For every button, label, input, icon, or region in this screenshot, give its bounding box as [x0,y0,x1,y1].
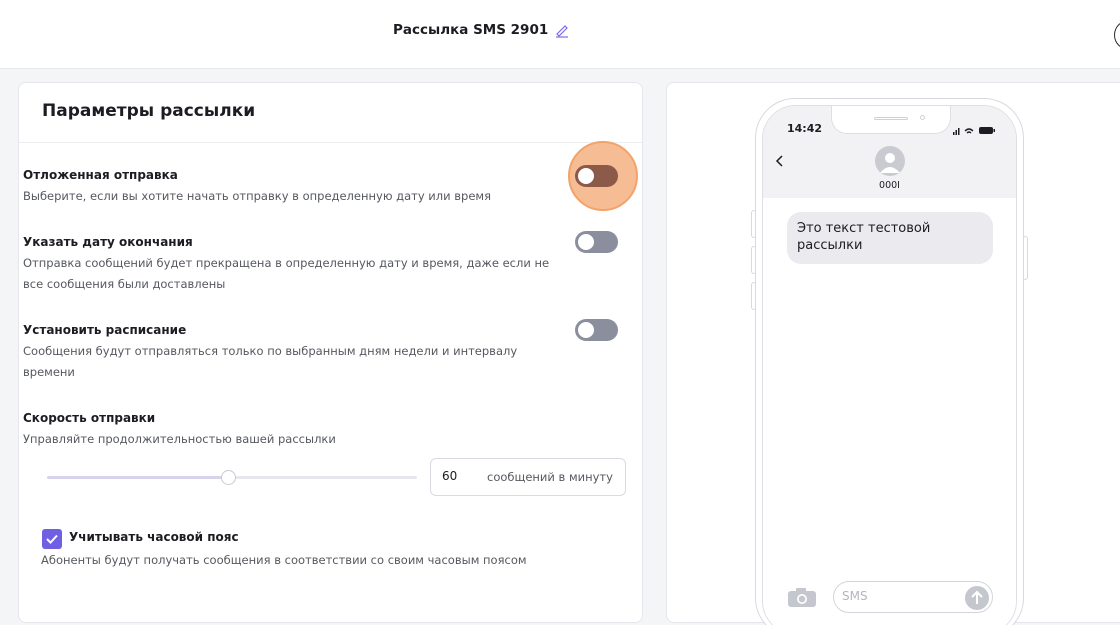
toggle-knob [578,234,594,250]
speed-slider-fill [47,476,229,479]
contact-avatar-icon [875,146,905,176]
option-end-date: Указать дату окончания Отправка сообщени… [23,233,553,295]
speed-input[interactable]: 60 сообщений в минуту [430,458,626,496]
message-bubble: Это текст тестовой рассылки [787,212,993,264]
option-delayed-send: Отложенная отправка Выберите, если вы хо… [23,166,553,207]
option-description: Отправка сообщений будет прекращена в оп… [23,256,550,291]
option-title: Установить расписание [23,323,187,337]
schedule-toggle[interactable] [575,319,618,341]
phone-notch [831,106,951,134]
speed-slider-handle[interactable] [220,470,236,485]
camera-dot [920,115,925,120]
timezone-checkbox[interactable] [42,529,62,549]
speed-title: Скорость отправки [23,411,156,425]
panel-title: Параметры рассылки [42,101,256,121]
panel-header: Параметры рассылки [19,83,642,143]
toggle-knob [578,168,594,184]
option-title: Отложенная отправка [23,168,178,182]
speed-description: Управляйте продолжительностью вашей расс… [23,432,336,446]
status-icons [953,127,995,135]
option-schedule: Установить расписание Сообщения будут от… [23,321,553,383]
status-time: 14:42 [787,122,823,135]
user-menu-button[interactable] [1114,20,1120,50]
speed-section: Скорость отправки Управляйте продолжител… [23,409,553,450]
option-description: Выберите, если вы хотите начать отправку… [23,189,492,203]
send-button[interactable] [965,586,989,610]
speed-value: 60 [442,469,458,483]
pencil-icon[interactable] [554,22,570,38]
toggle-knob [578,322,594,338]
camera-icon[interactable] [787,586,817,608]
contact-name: 000I [879,180,900,191]
phone-screen: 14:42 000I Это текст тестовой рассылки S… [762,105,1017,625]
checkmark-icon [46,534,58,544]
timezone-description: Абоненты будут получать сообщения в соот… [41,553,527,567]
option-description: Сообщения будут отправляться только по в… [23,344,518,379]
speed-unit: сообщений в минуту [487,470,613,484]
campaign-title-group: Рассылка SMS 2901 [393,22,570,38]
top-bar: Рассылка SMS 2901 [0,0,1120,69]
campaign-title: Рассылка SMS 2901 [393,22,549,38]
end-date-toggle[interactable] [575,231,618,253]
arrow-up-icon [971,590,983,604]
option-title: Указать дату окончания [23,235,193,249]
sms-input[interactable]: SMS [833,581,993,613]
delayed-send-toggle[interactable] [575,165,618,187]
back-chevron-icon[interactable] [775,154,785,168]
speaker-grille [874,117,908,120]
sms-placeholder: SMS [842,589,868,603]
timezone-label[interactable]: Учитывать часовой пояс [69,530,239,544]
